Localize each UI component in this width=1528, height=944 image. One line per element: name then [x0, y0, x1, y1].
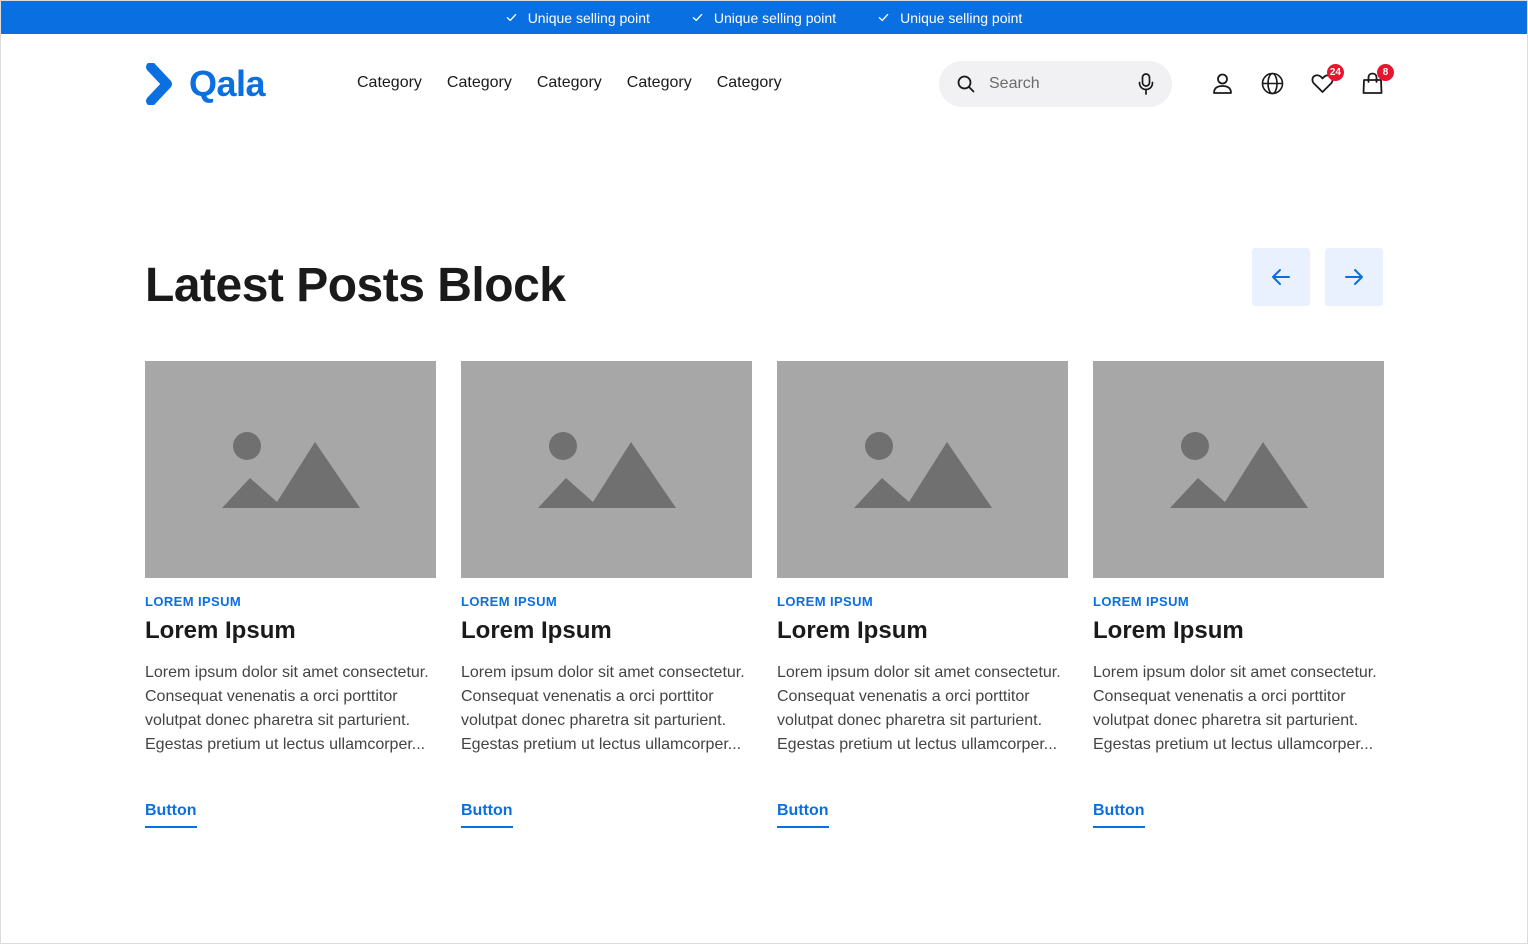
post-button[interactable]: Button — [1093, 802, 1145, 828]
carousel-next-button[interactable] — [1325, 248, 1383, 306]
usp-item: Unique selling point — [692, 10, 836, 26]
logo-text: Qala — [189, 63, 266, 104]
logo-chevron-icon — [146, 63, 172, 105]
nav-item-category[interactable]: Category — [537, 74, 602, 92]
nav-item-category[interactable]: Category — [447, 74, 512, 92]
section-title: Latest Posts Block — [145, 259, 566, 312]
check-icon — [692, 13, 703, 22]
cart-button[interactable]: 8 — [1361, 64, 1394, 95]
image-placeholder-icon — [537, 431, 676, 508]
post-excerpt: Lorem ipsum dolor sit amet consectetur. … — [461, 664, 745, 753]
usp-item: Unique selling point — [878, 10, 1022, 26]
usp-item: Unique selling point — [506, 10, 650, 26]
post-card: LOREM IPSUM Lorem Ipsum Lorem ipsum dolo… — [145, 361, 436, 828]
post-button[interactable]: Button — [777, 802, 829, 828]
post-category: LOREM IPSUM — [145, 594, 242, 609]
post-button[interactable]: Button — [145, 802, 197, 828]
post-button[interactable]: Button — [461, 802, 513, 828]
usp-label: Unique selling point — [713, 9, 837, 26]
post-image[interactable] — [777, 361, 1068, 578]
post-excerpt: Lorem ipsum dolor sit amet consectetur. … — [1093, 664, 1377, 753]
usp-bar: Unique selling point Unique selling poin… — [1, 1, 1527, 34]
check-icon — [878, 13, 889, 22]
carousel-prev-button[interactable] — [1252, 248, 1310, 306]
post-card: LOREM IPSUM Lorem Ipsum Lorem ipsum dolo… — [461, 361, 752, 828]
arrow-left-icon — [1272, 269, 1290, 285]
logo-link[interactable]: Qala — [145, 63, 266, 105]
post-excerpt: Lorem ipsum dolor sit amet consectetur. … — [145, 664, 429, 753]
search-icon — [957, 75, 975, 93]
main-nav: Category Category Category Category Cate… — [357, 74, 782, 92]
post-title: Lorem Ipsum — [777, 617, 928, 644]
post-image[interactable] — [145, 361, 436, 578]
nav-item-category[interactable]: Category — [717, 74, 782, 92]
account-button[interactable] — [1211, 72, 1234, 95]
user-icon — [1213, 73, 1232, 94]
image-placeholder-icon — [853, 431, 992, 508]
check-icon — [506, 13, 516, 22]
language-button[interactable] — [1261, 72, 1284, 95]
search-bar — [939, 61, 1172, 107]
post-card: LOREM IPSUM Lorem Ipsum Lorem ipsum dolo… — [1093, 361, 1384, 828]
microphone-icon[interactable] — [1138, 73, 1154, 95]
post-excerpt: Lorem ipsum dolor sit amet consectetur. … — [777, 664, 1061, 753]
image-placeholder-icon — [1169, 431, 1308, 508]
nav-item-category[interactable]: Category — [627, 74, 692, 92]
post-title: Lorem Ipsum — [1093, 617, 1244, 644]
post-category: LOREM IPSUM — [1093, 594, 1190, 609]
cart-count-badge: 8 — [1377, 64, 1394, 81]
arrow-right-icon — [1345, 269, 1363, 285]
image-placeholder-icon — [221, 431, 360, 508]
search-input[interactable] — [989, 75, 1119, 93]
post-title: Lorem Ipsum — [145, 617, 296, 644]
wishlist-button[interactable]: 24 — [1311, 64, 1344, 95]
wishlist-count-badge: 24 — [1326, 64, 1344, 81]
usp-label: Unique selling point — [900, 9, 1023, 26]
posts-carousel: LOREM IPSUM Lorem Ipsum Lorem ipsum dolo… — [145, 361, 1384, 828]
post-category: LOREM IPSUM — [777, 594, 874, 609]
post-category: LOREM IPSUM — [461, 594, 558, 609]
post-image[interactable] — [1093, 361, 1384, 578]
post-title: Lorem Ipsum — [461, 617, 612, 644]
nav-item-category[interactable]: Category — [357, 74, 422, 92]
globe-icon — [1261, 72, 1284, 95]
usp-label: Unique selling point — [527, 9, 650, 26]
post-card: LOREM IPSUM Lorem Ipsum Lorem ipsum dolo… — [777, 361, 1068, 828]
post-image[interactable] — [461, 361, 752, 578]
header-actions: 24 8 — [1211, 64, 1394, 95]
